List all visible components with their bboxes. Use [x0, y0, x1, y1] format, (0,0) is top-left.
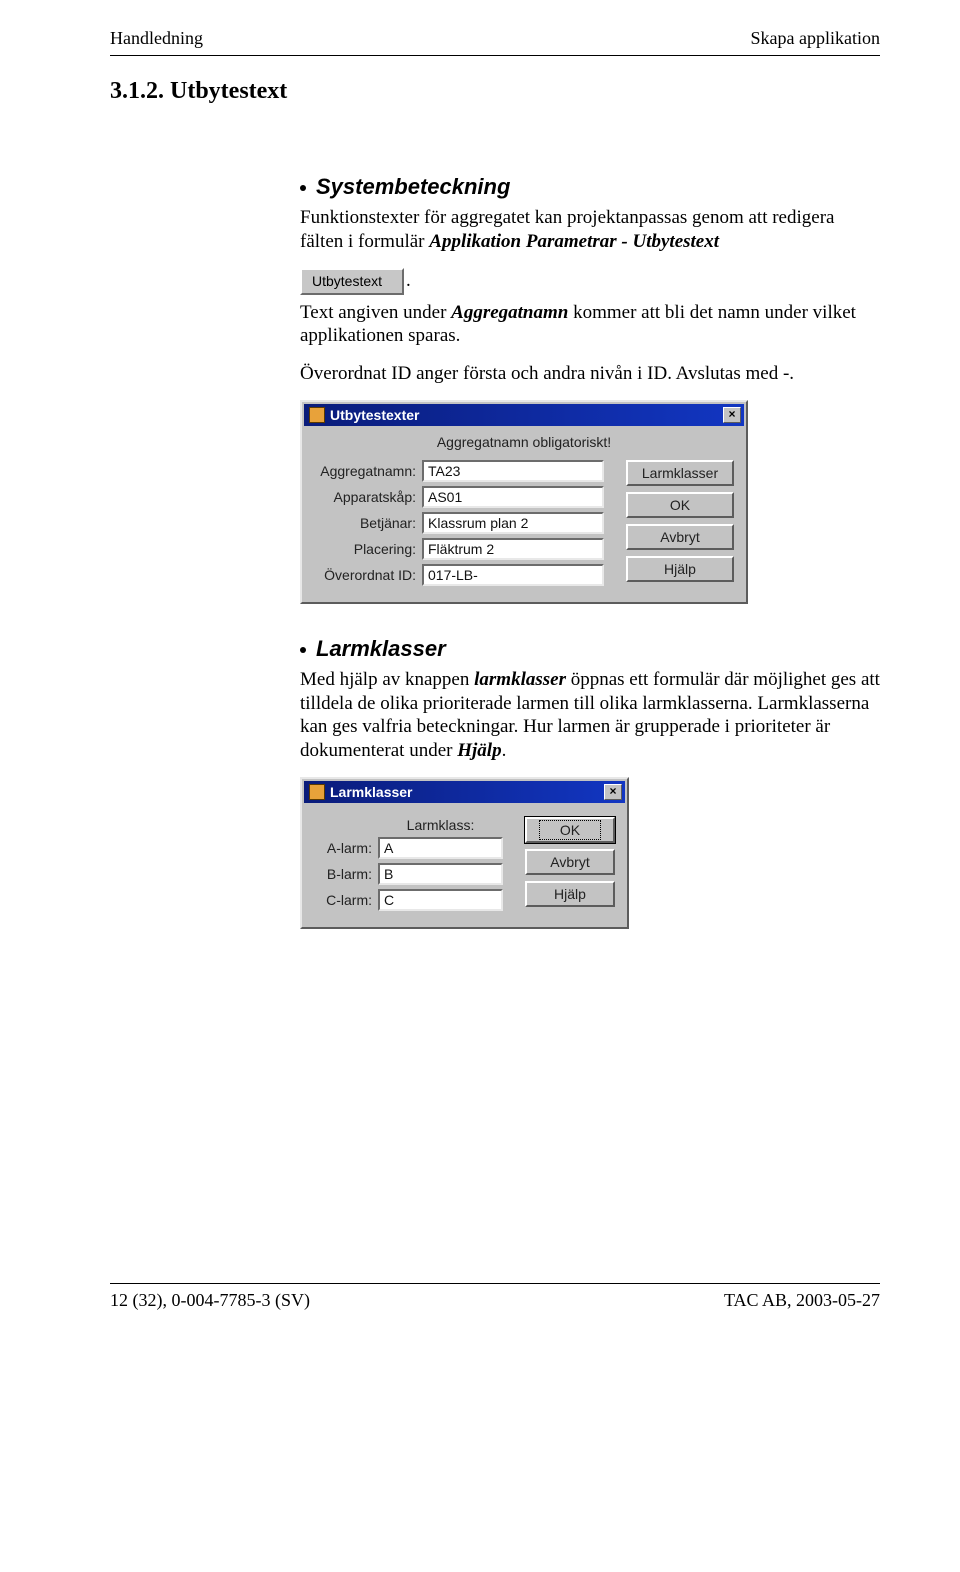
dialog-larmklasser: Larmklasser × Larmklass: A-larm: A [300, 777, 629, 929]
label-c-larm: C-larm: [314, 892, 378, 908]
label-a-larm: A-larm: [314, 840, 378, 856]
label-placering: Placering: [314, 541, 422, 557]
bullet-icon [300, 185, 306, 191]
input-placering[interactable]: Fläktrum 2 [422, 538, 604, 560]
para-larmklasser: Med hjälp av knappen larmklasser öppnas … [300, 668, 880, 763]
help-button[interactable]: Hjälp [525, 881, 615, 907]
para-emphasis: Applikation Parametrar - Utbytestext [429, 231, 719, 252]
bullet-icon [300, 647, 306, 653]
para-emphasis: Aggregatnamn [451, 302, 568, 323]
footer-right: TAC AB, 2003-05-27 [724, 1290, 880, 1311]
para-text: Text angiven under [300, 302, 451, 323]
window-icon [309, 407, 325, 423]
footer-left: 12 (32), 0-004-7785-3 (SV) [110, 1290, 310, 1311]
close-icon[interactable]: × [604, 784, 622, 800]
header-right: Skapa applikation [751, 28, 880, 49]
label-aggregatnamn: Aggregatnamn: [314, 463, 422, 479]
cancel-button[interactable]: Avbryt [525, 849, 615, 875]
input-c-larm[interactable]: C [378, 889, 503, 911]
para-systembeteckning-3: Överordnat ID anger första och andra niv… [300, 362, 880, 386]
page-header: Handledning Skapa applikation [110, 28, 880, 56]
para-text: . [502, 740, 507, 761]
heading-systembeteckning: Systembeteckning [316, 174, 510, 200]
period: . [406, 270, 411, 291]
dialog-hint: Aggregatnamn obligatoriskt! [314, 434, 734, 450]
help-button[interactable]: Hjälp [626, 556, 734, 582]
heading-larmklasser: Larmklasser [316, 636, 446, 662]
para-systembeteckning-2: Text angiven under Aggregatnamn kommer a… [300, 301, 880, 349]
ok-button[interactable]: OK [525, 817, 615, 843]
input-overordnat[interactable]: 017-LB- [422, 564, 604, 586]
cancel-button[interactable]: Avbryt [626, 524, 734, 550]
input-b-larm[interactable]: B [378, 863, 503, 885]
window-icon [309, 784, 325, 800]
dialog-titlebar: Larmklasser × [304, 781, 625, 803]
dialog-utbytestexter: Utbytestexter × Aggregatnamn obligatoris… [300, 400, 748, 604]
para-systembeteckning-1: Funktionstexter för aggregatet kan proje… [300, 206, 880, 254]
label-b-larm: B-larm: [314, 866, 378, 882]
ok-button-label: OK [539, 820, 601, 840]
label-betjanar: Betjänar: [314, 515, 422, 531]
close-icon[interactable]: × [723, 407, 741, 423]
utbytestext-button-image: Utbytestext [300, 268, 404, 295]
para-text: Med hjälp av knappen [300, 669, 474, 690]
input-aggregatnamn[interactable]: TA23 [422, 460, 604, 482]
header-left: Handledning [110, 28, 203, 49]
input-apparatskap[interactable]: AS01 [422, 486, 604, 508]
section-number: 3.1.2. Utbytestext [110, 78, 880, 105]
dialog-title: Larmklasser [330, 784, 413, 800]
para-emphasis: Hjälp [457, 740, 501, 761]
input-betjanar[interactable]: Klassrum plan 2 [422, 512, 604, 534]
dialog-title: Utbytestexter [330, 407, 419, 423]
larmklasser-button[interactable]: Larmklasser [626, 460, 734, 486]
label-larmklass-header: Larmklass: [378, 817, 503, 833]
para-emphasis: larmklasser [474, 669, 566, 690]
label-apparatskap: Apparatskåp: [314, 489, 422, 505]
label-overordnat: Överordnat ID: [314, 567, 422, 583]
dialog-titlebar: Utbytestexter × [304, 404, 744, 426]
ok-button[interactable]: OK [626, 492, 734, 518]
page-footer: 12 (32), 0-004-7785-3 (SV) TAC AB, 2003-… [110, 1283, 880, 1333]
input-a-larm[interactable]: A [378, 837, 503, 859]
